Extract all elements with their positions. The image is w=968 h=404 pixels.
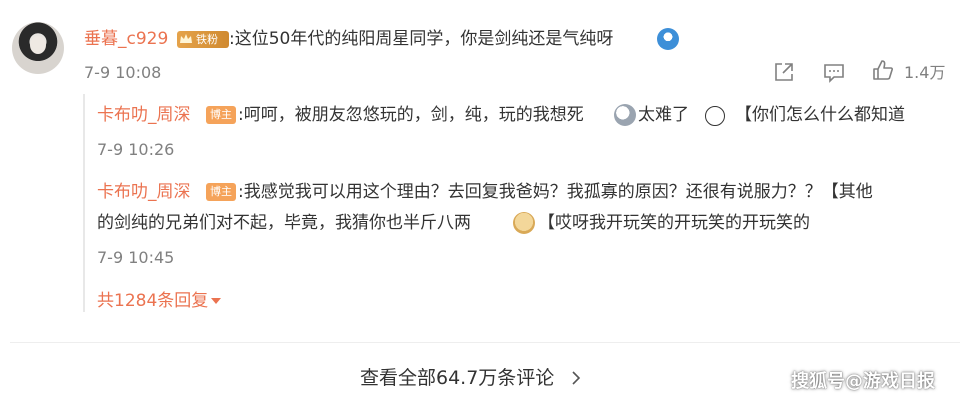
crying-emoji-icon bbox=[705, 106, 725, 126]
like-icon[interactable] bbox=[871, 58, 895, 82]
comment-time: 7-9 10:08 bbox=[84, 63, 162, 82]
reply-time: 7-9 10:26 bbox=[97, 140, 175, 159]
view-all-label: 查看全部64.7万条评论 bbox=[360, 367, 555, 389]
fan-badge-label: 铁粉 bbox=[196, 33, 218, 46]
comment-username[interactable]: 垂暮_c929 bbox=[84, 29, 168, 49]
divider bbox=[10, 342, 960, 343]
reply-text-line2: 的剑纯的兄弟们对不起，毕竟，我猜你也半斤八两 bbox=[97, 213, 471, 233]
reply-text: :我感觉我可以用这个理由？去回复我爸妈？我孤寡的原因？还很有说服力？？【其他 bbox=[238, 182, 873, 202]
more-replies-label: 共1284条回复 bbox=[97, 291, 209, 311]
shocked-panda-emoji-icon bbox=[614, 104, 636, 126]
caret-down-icon bbox=[211, 298, 222, 304]
share-icon[interactable] bbox=[772, 60, 796, 84]
comment-icon[interactable] bbox=[822, 60, 846, 84]
crown-icon bbox=[180, 34, 192, 43]
chevron-right-icon bbox=[572, 371, 581, 385]
watermark: 搜狐号@游戏日报 bbox=[791, 371, 935, 392]
view-all-comments-link[interactable]: 查看全部64.7万条评论 bbox=[360, 366, 582, 390]
reply-thread-bar bbox=[83, 94, 85, 312]
reply-text: :呵呵，被朋友忽悠玩的，剑，纯，玩的我想死 bbox=[238, 105, 584, 125]
doge-emoji-icon bbox=[513, 212, 535, 234]
doraemon-emoji-icon bbox=[657, 28, 679, 50]
author-badge: 博主 bbox=[206, 106, 236, 124]
reply-username[interactable]: 卡布叻_周深 bbox=[97, 182, 191, 202]
author-badge: 博主 bbox=[206, 183, 236, 201]
user-avatar[interactable] bbox=[12, 22, 64, 74]
reply-text-cont: 太难了 bbox=[638, 105, 689, 125]
more-replies-link[interactable]: 共1284条回复 bbox=[97, 291, 222, 311]
avatar-face bbox=[30, 36, 46, 54]
comment-text: :这位50年代的纯阳周星同学，你是剑纯还是气纯呀 bbox=[229, 29, 614, 49]
fan-badge[interactable]: 铁粉 bbox=[177, 31, 229, 48]
reply-time: 7-9 10:45 bbox=[97, 248, 175, 267]
reply-username[interactable]: 卡布叻_周深 bbox=[97, 105, 191, 125]
reply-text-tail: 【你们怎么什么都知道 bbox=[735, 105, 905, 125]
reply-text-tail: 【哎呀我开玩笑的开玩笑的开玩笑的 bbox=[538, 213, 810, 233]
like-count: 1.4万 bbox=[904, 63, 946, 82]
